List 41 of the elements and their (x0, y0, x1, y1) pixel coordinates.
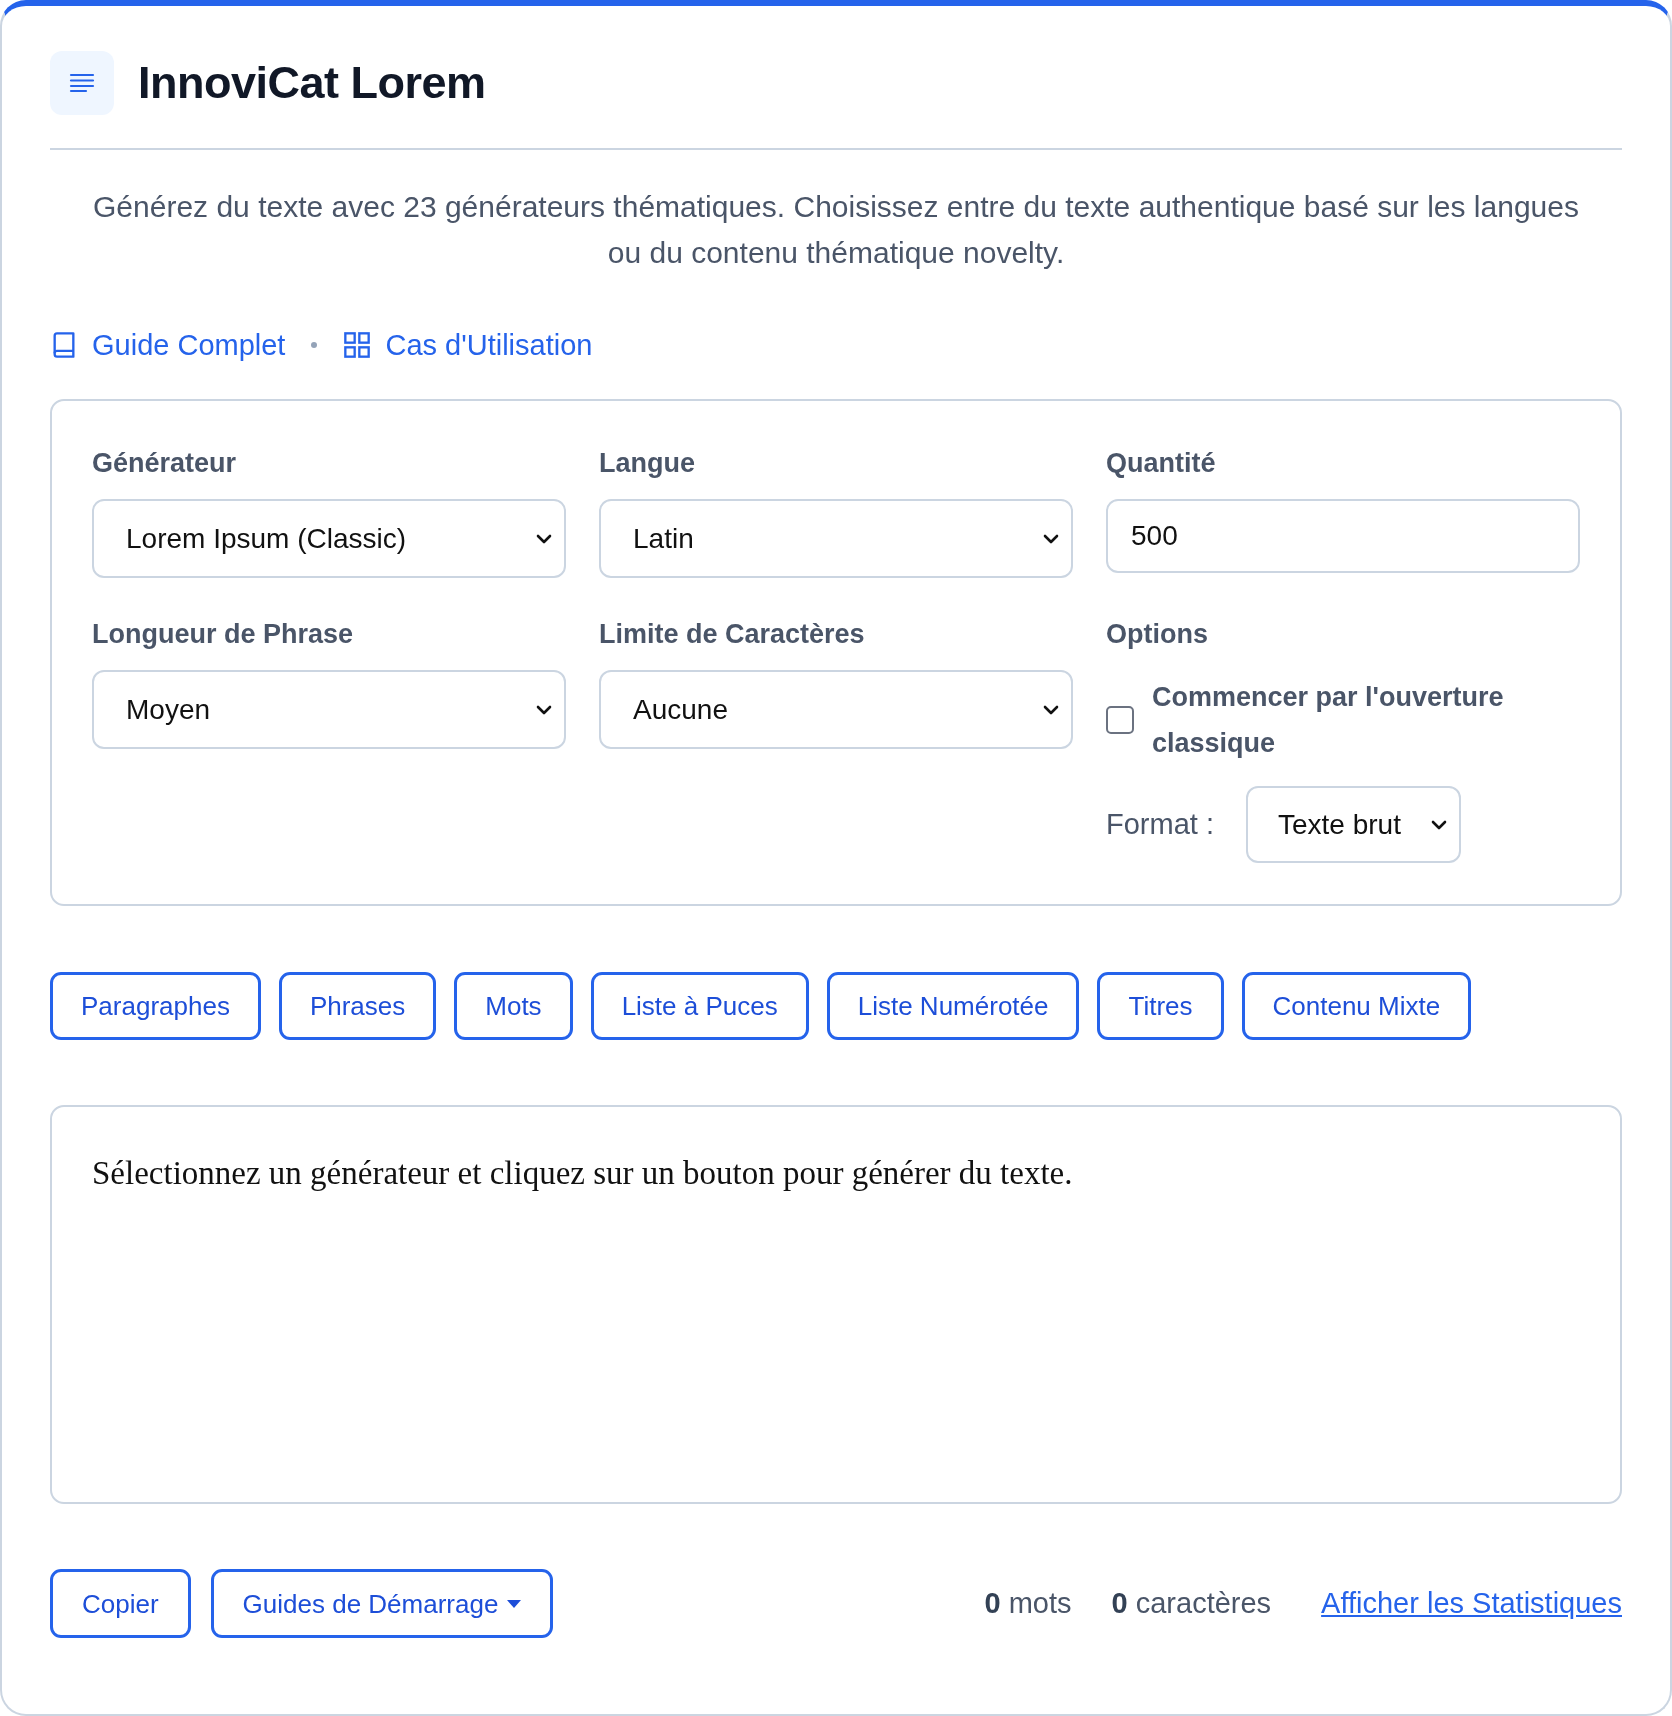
separator-dot-icon (311, 342, 318, 348)
format-select[interactable]: Texte brut (1245, 786, 1461, 863)
field-label: Longueur de Phrase (92, 618, 355, 651)
format-label: Format : (1106, 806, 1214, 842)
output-text: Sélectionnez un générateur et cliquez sur un bouton pour générer du texte. (92, 1154, 1074, 1193)
generate-button[interactable]: Paragraphes (50, 972, 261, 1040)
character-count: 0 caractères (1111, 1585, 1272, 1621)
guides-dropdown-button[interactable]: Guides de Démarrage (210, 1569, 554, 1638)
field-label: Options (1106, 618, 1209, 651)
use-cases-link[interactable]: Cas d'Utilisation (343, 327, 593, 363)
field-label: Langue (599, 447, 696, 480)
field-label: Quantité (1106, 447, 1217, 480)
dropdown-select[interactable]: Lorem Ipsum (Classic) (92, 499, 566, 578)
copy-button[interactable]: Copier (50, 1569, 191, 1638)
guide-link[interactable]: Guide Complet (50, 327, 286, 363)
checkbox[interactable] (1106, 706, 1134, 734)
description-text: Générez du texte avec 23 générateurs thématiques. Choisissez entre du texte authentique basé sur les langues ou du contenu thématique novelty. (92, 189, 1580, 271)
field-label: Limite de Caractères (599, 618, 866, 651)
grid-icon (343, 331, 372, 359)
generate-button[interactable]: Phrases (278, 972, 437, 1040)
text-lines-icon (50, 51, 114, 115)
caret-down-icon (507, 1599, 522, 1608)
app-title: InnoviCat Lorem (138, 56, 486, 110)
chevron-down-icon (1043, 533, 1059, 544)
dropdown-select[interactable]: Aucune (599, 670, 1073, 749)
dropdown-select[interactable]: Moyen (92, 670, 566, 749)
generate-button[interactable]: Titres (1097, 972, 1224, 1040)
statistics-link[interactable]: Afficher les Statistiques (1321, 1581, 1622, 1626)
number-input[interactable]: 500 (1106, 499, 1580, 573)
generate-button[interactable]: Liste à Puces (590, 972, 809, 1040)
chevron-down-icon (1043, 704, 1059, 715)
chevron-down-icon (1430, 819, 1447, 830)
chevron-down-icon (536, 533, 552, 544)
checkbox-label: Commencer par l'ouverture classique (1152, 681, 1505, 760)
word-count: 0 mots (984, 1585, 1072, 1621)
generate-button[interactable]: Liste Numérotée (826, 972, 1080, 1040)
dropdown-select[interactable]: Latin (599, 499, 1073, 578)
field-label: Générateur (92, 447, 238, 480)
generate-button[interactable]: Contenu Mixte (1241, 972, 1472, 1040)
chevron-down-icon (536, 704, 552, 715)
generate-button[interactable]: Mots (454, 972, 573, 1040)
